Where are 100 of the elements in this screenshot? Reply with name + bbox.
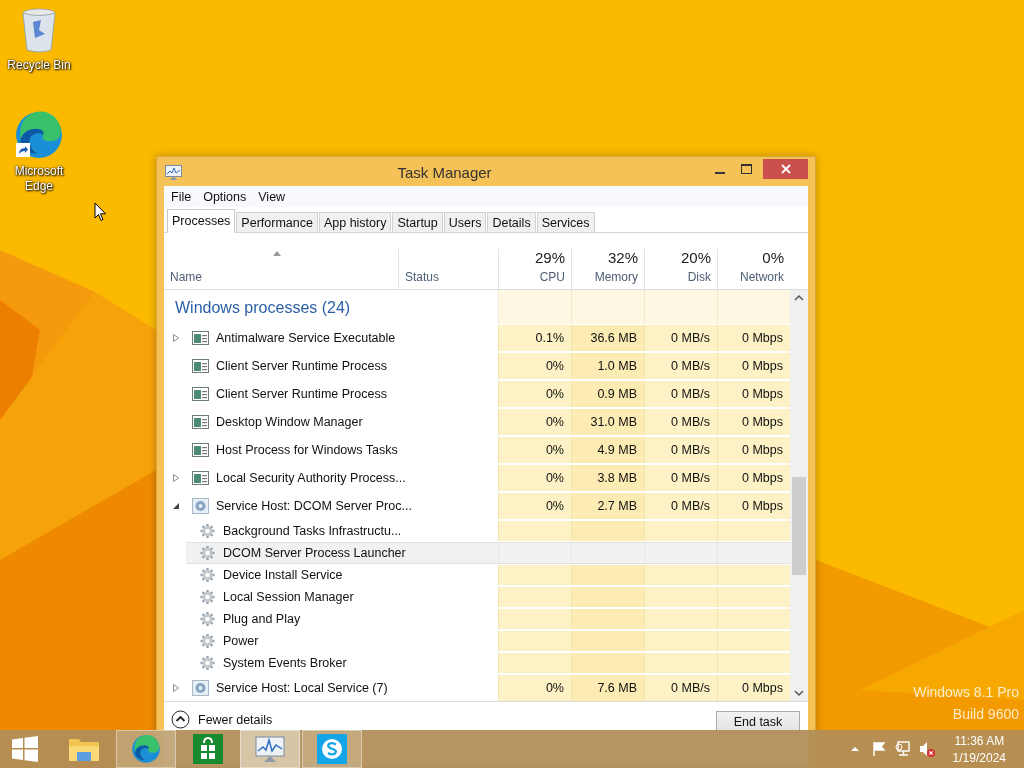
taskbar-app-button[interactable] <box>116 730 176 768</box>
table-row[interactable]: Device Install Service <box>186 564 790 586</box>
tab[interactable]: Performance <box>236 212 318 233</box>
expand-arrow-icon[interactable] <box>172 474 180 482</box>
service-name: Device Install Service <box>223 568 343 582</box>
table-cell: 2.7 MB <box>571 493 644 519</box>
taskbar-app-button[interactable] <box>240 730 300 768</box>
service-name: DCOM Server Process Launcher <box>223 546 406 560</box>
window-title: Task Manager <box>396 163 493 181</box>
scrollbar-thumb[interactable] <box>792 477 806 575</box>
window-icon <box>192 386 209 402</box>
table-cell: 0 Mbps <box>717 325 790 351</box>
table-cell: 0 MB/s <box>644 353 717 379</box>
gear-icon <box>192 498 209 514</box>
table-row[interactable]: Local Session Manager <box>186 586 790 608</box>
table-cell: 0% <box>498 675 571 701</box>
table-cell: 0 Mbps <box>717 381 790 407</box>
column-header[interactable]: Memory <box>594 270 638 284</box>
table-cell: 0 Mbps <box>717 465 790 491</box>
end-task-button[interactable]: End task <box>716 711 800 733</box>
table-row[interactable]: Service Host: DCOM Server Proc... 0% 2.7 MB 0 MB/s 0 Mbps <box>164 492 790 520</box>
table-cell: 0 MB/s <box>644 381 717 407</box>
table-row[interactable]: System Events Broker <box>186 652 790 674</box>
collapse-arrow-icon[interactable] <box>172 502 180 510</box>
window-icon <box>192 330 209 346</box>
column-header[interactable]: Disk <box>687 270 711 284</box>
table-row[interactable]: DCOM Server Process Launcher <box>186 542 790 564</box>
app-chart-icon <box>165 165 182 180</box>
maximize-icon <box>740 164 752 174</box>
tab[interactable]: Users <box>443 212 487 233</box>
build-text: Build 9600 <box>952 706 1019 722</box>
table-cell: 0.9 MB <box>571 381 644 407</box>
column-total: 0% <box>762 249 784 266</box>
table-cell: 0 Mbps <box>717 353 790 379</box>
table-cell: 0 Mbps <box>717 409 790 435</box>
menu-item[interactable]: File <box>171 189 192 204</box>
window-icon <box>192 414 209 430</box>
browser-icon <box>131 734 161 764</box>
table-cell: 0 MB/s <box>644 437 717 463</box>
chevron-up-circle-icon <box>171 710 190 729</box>
table-row[interactable]: Client Server Runtime Process 0% 0.9 MB 0 MB/s 0 Mbps <box>164 380 790 408</box>
table-cell: 0 MB/s <box>644 325 717 351</box>
sort-caret-icon[interactable] <box>273 251 281 256</box>
table-row[interactable]: Power <box>186 630 790 652</box>
taskbar-app-button[interactable] <box>302 730 362 768</box>
column-header[interactable]: Network <box>740 270 784 284</box>
shortcut-arrow-icon <box>16 143 30 157</box>
window-icon <box>192 358 209 374</box>
tab[interactable]: Processes <box>167 209 236 233</box>
menu-item[interactable]: View <box>258 189 286 204</box>
table-row[interactable]: Host Process for Windows Tasks 0% 4.9 MB 0 MB/s 0 Mbps <box>164 436 790 464</box>
expand-arrow-icon[interactable] <box>172 334 180 342</box>
table-row[interactable]: Client Server Runtime Process 0% 1.0 MB 0 MB/s 0 Mbps <box>164 352 790 380</box>
service-name: Background Tasks Infrastructu... <box>223 524 402 538</box>
table-cell: 4.9 MB <box>571 437 644 463</box>
table-row[interactable]: Desktop Window Manager 0% 31.0 MB 0 MB/s 0 Mbps <box>164 408 790 436</box>
volume-muted-icon[interactable] <box>918 741 935 757</box>
process-name: Desktop Window Manager <box>216 415 363 429</box>
menu-item[interactable]: Options <box>203 189 247 204</box>
gear-icon <box>192 680 209 696</box>
table-row[interactable]: Plug and Play <box>186 608 790 630</box>
table-cell: 0 MB/s <box>644 675 717 701</box>
process-name: Antimalware Service Executable <box>216 331 396 345</box>
tab[interactable]: Details <box>487 212 536 233</box>
column-total: 29% <box>534 249 565 266</box>
process-name: Host Process for Windows Tasks <box>216 443 398 457</box>
tab[interactable]: App history <box>318 212 392 233</box>
minimize-icon <box>715 171 725 174</box>
service-name: System Events Broker <box>223 656 347 670</box>
windows-logo-icon <box>12 736 38 762</box>
table-cell: 0 MB/s <box>644 493 717 519</box>
process-name: Service Host: DCOM Server Proc... <box>216 499 412 513</box>
column-total: 32% <box>607 249 638 266</box>
process-name: Client Server Runtime Process <box>216 359 387 373</box>
table-row[interactable]: Background Tasks Infrastructu... <box>186 520 790 542</box>
gear-icon <box>199 611 216 627</box>
expand-arrow-icon[interactable] <box>172 684 180 692</box>
column-header[interactable]: Name <box>170 270 202 284</box>
tab[interactable]: Startup <box>392 212 443 233</box>
fewer-details-button[interactable]: Fewer details <box>171 710 273 729</box>
table-row[interactable]: Antimalware Service Executable 0.1% 36.6 MB 0 MB/s 0 Mbps <box>164 324 790 352</box>
table-row[interactable]: Service Host: Local Service (7) 0% 7.6 MB 0 MB/s 0 Mbps <box>164 674 790 701</box>
table-cell: 0 Mbps <box>717 437 790 463</box>
gear-icon <box>199 589 216 605</box>
tab[interactable]: Services <box>536 212 595 233</box>
network-icon[interactable] <box>894 741 911 757</box>
chat-s-icon <box>317 734 347 764</box>
table-cell: 0% <box>498 493 571 519</box>
table-row[interactable]: Local Security Authority Process... 0% 3.8 MB 0 MB/s 0 Mbps <box>164 464 790 492</box>
table-cell: 1.0 MB <box>571 353 644 379</box>
gear-icon <box>199 545 216 561</box>
column-header[interactable]: CPU <box>539 270 565 284</box>
process-name: Local Security Authority Process... <box>216 471 406 485</box>
clock-date: 1/19/2024 <box>952 750 1006 765</box>
flag-icon[interactable] <box>870 741 887 757</box>
column-header[interactable]: Status <box>405 270 440 284</box>
table-cell: 0% <box>498 353 571 379</box>
recycle-bin-icon[interactable] <box>21 8 57 54</box>
table-cell: 3.8 MB <box>571 465 644 491</box>
close-button[interactable] <box>763 159 808 179</box>
